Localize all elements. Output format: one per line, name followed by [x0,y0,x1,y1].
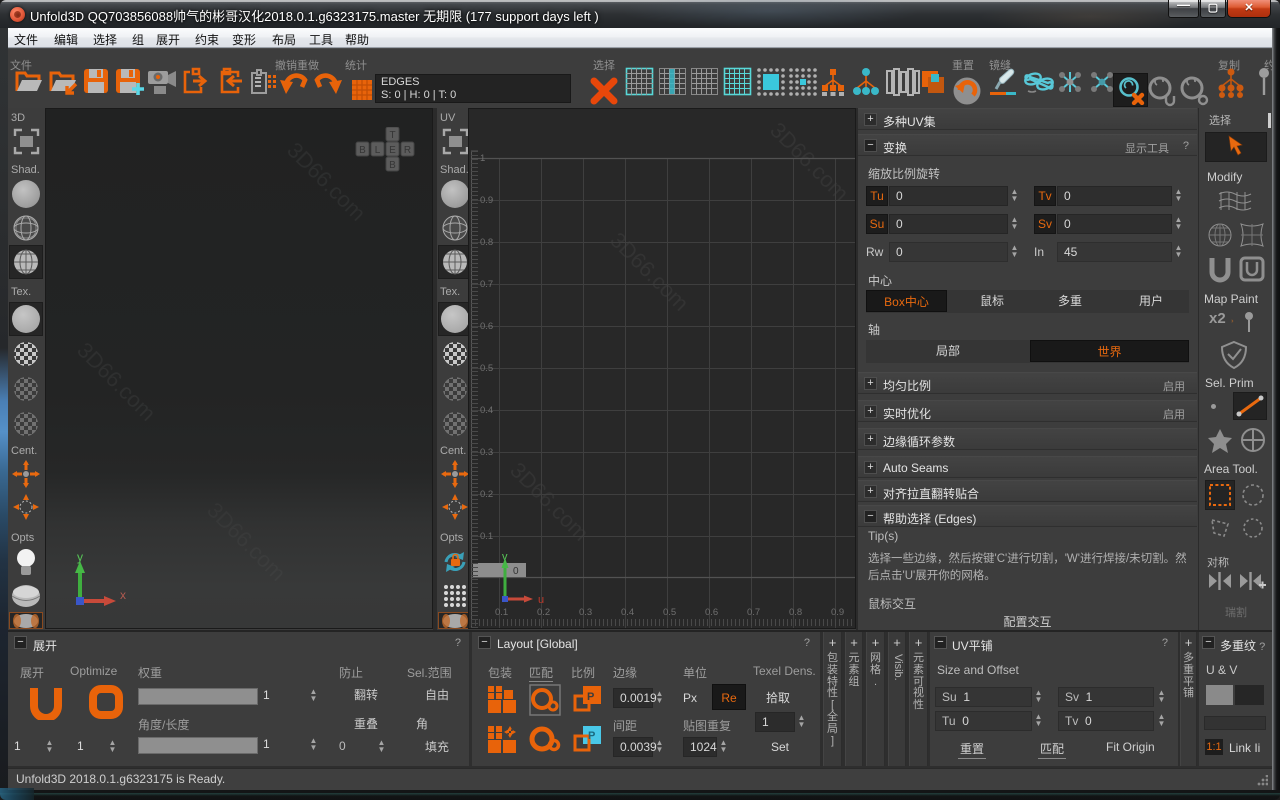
svg-text:x: x [120,588,126,602]
svg-text:L: L [375,145,381,156]
svg-text:0.3: 0.3 [480,447,493,458]
svg-text:0.6: 0.6 [705,607,718,618]
svg-text:0.1: 0.1 [480,531,493,542]
svg-text:0.4: 0.4 [480,405,493,416]
svg-text:B: B [359,145,366,156]
svg-text:0.8: 0.8 [789,607,802,618]
svg-text:0.6: 0.6 [480,321,493,332]
svg-text:0.2: 0.2 [480,489,493,500]
svg-text:0.8: 0.8 [480,237,493,248]
svg-text:B: B [389,160,396,171]
svg-text:0.5: 0.5 [480,363,493,374]
svg-text:T: T [389,130,395,141]
svg-text:0: 0 [513,566,519,577]
svg-text:0.7: 0.7 [747,607,760,618]
svg-text:1: 1 [480,153,485,164]
svg-text:u: u [538,594,544,606]
svg-text:0.4: 0.4 [621,607,634,618]
svg-text:P: P [587,691,594,703]
svg-text:0.9: 0.9 [480,195,493,206]
svg-text:0.2: 0.2 [537,607,550,618]
svg-text:E: E [389,145,396,156]
svg-text:0.9: 0.9 [831,607,844,618]
svg-text:0.1: 0.1 [495,607,508,618]
svg-text:0.3: 0.3 [579,607,592,618]
svg-text:P: P [588,730,595,742]
svg-text:0.5: 0.5 [663,607,676,618]
svg-text:R: R [404,145,411,156]
svg-text:0.7: 0.7 [480,279,493,290]
